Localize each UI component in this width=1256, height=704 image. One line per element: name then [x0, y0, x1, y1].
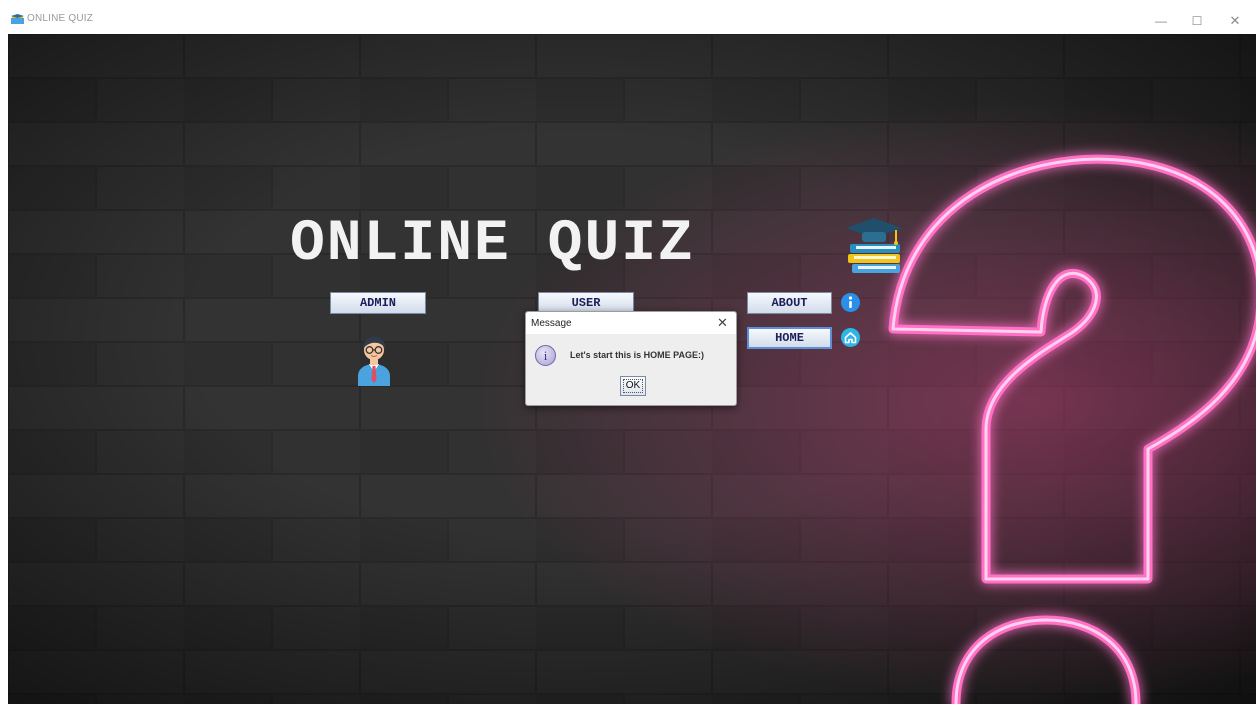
close-button[interactable]: ✕ — [1220, 10, 1250, 32]
message-dialog: Message ✕ i Let's start this is HOME PAG… — [525, 311, 737, 406]
books-graduation-cap-icon — [846, 218, 902, 273]
page-title: ONLINE QUIZ — [290, 212, 695, 277]
maximize-button[interactable]: ☐ — [1182, 10, 1212, 32]
admin-avatar-icon — [358, 336, 390, 386]
about-button[interactable]: ABOUT — [747, 292, 832, 314]
ok-button[interactable]: OK — [620, 376, 646, 396]
window-title: ONLINE QUIZ — [27, 13, 94, 24]
home-icon[interactable] — [841, 328, 860, 347]
dialog-title-bar[interactable]: Message ✕ — [526, 312, 736, 334]
dialog-message: Let's start this is HOME PAGE:) — [570, 350, 704, 360]
admin-button[interactable]: ADMIN — [330, 292, 426, 314]
home-button[interactable]: HOME — [747, 327, 832, 349]
quiz-app-icon — [11, 14, 24, 24]
info-icon[interactable] — [841, 293, 860, 312]
information-icon: i — [535, 345, 556, 366]
dialog-title: Message — [531, 318, 572, 329]
minimize-button[interactable]: — — [1146, 10, 1176, 32]
window-title-bar: ONLINE QUIZ — ☐ ✕ — [0, 0, 1256, 34]
dialog-close-button[interactable]: ✕ — [717, 315, 728, 331]
